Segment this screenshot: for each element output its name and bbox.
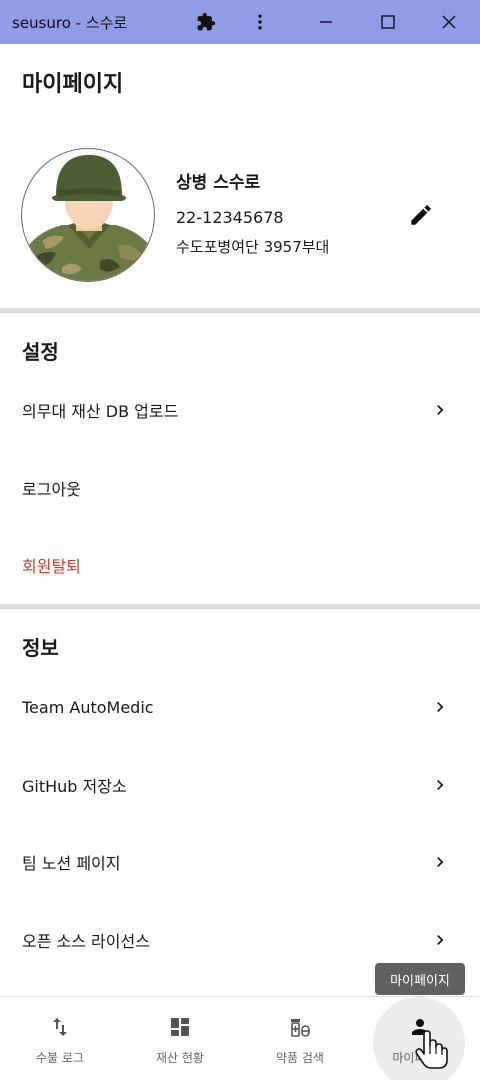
info-item-notion[interactable]: 팀 노션 페이지 [0, 832, 480, 892]
nav-item-property[interactable]: 재산 현황 [120, 997, 240, 1080]
section-divider [0, 308, 480, 313]
swap-vert-icon [53, 1018, 67, 1036]
profile-unit: 수도포병여단 3957부대 [176, 238, 330, 256]
nav-item-drug-search[interactable]: 약품 검색 [240, 997, 360, 1080]
edit-profile-button[interactable] [400, 194, 442, 236]
info-item-team[interactable]: Team AutoMedic [0, 677, 480, 737]
minimize-icon[interactable] [304, 0, 348, 44]
settings-item-label: 회원탈퇴 [22, 557, 81, 576]
dashboard-icon [171, 1018, 189, 1036]
bottom-navigation: 수불 로그 재산 현황 약품 검색 마이페이지 [0, 996, 480, 1080]
chevron-right-icon [437, 780, 444, 790]
chevron-right-icon [437, 405, 444, 415]
section-divider [0, 604, 480, 609]
nav-label: 수불 로그 [36, 1051, 84, 1065]
nav-label: 약품 검색 [276, 1051, 324, 1065]
chevron-right-icon [437, 702, 444, 712]
info-item-label: GitHub 저장소 [22, 777, 127, 796]
medication-icon [291, 1019, 310, 1037]
settings-item-label: 로그아웃 [22, 480, 81, 499]
profile-card: 상병 스수로 22-12345678 수도포병여단 3957부대 [0, 144, 480, 304]
info-item-label: 팀 노션 페이지 [22, 854, 121, 873]
settings-item-logout[interactable]: 로그아웃 [0, 458, 480, 518]
maximize-icon[interactable] [366, 0, 410, 44]
info-item-licenses[interactable]: 오픈 소스 라이선스 [0, 910, 480, 970]
settings-section-title: 설정 [22, 340, 59, 364]
profile-serial: 22-12345678 [176, 208, 284, 227]
settings-item-withdraw[interactable]: 회원탈퇴 [0, 535, 480, 595]
extensions-icon[interactable] [184, 0, 228, 44]
chevron-right-icon [437, 857, 444, 867]
settings-item-db-upload[interactable]: 의무대 재산 DB 업로드 [0, 380, 480, 440]
avatar [21, 148, 155, 282]
page-title: 마이페이지 [22, 72, 124, 97]
nav-label: 재산 현황 [156, 1051, 204, 1065]
chevron-right-icon [437, 935, 444, 945]
info-item-github[interactable]: GitHub 저장소 [0, 755, 480, 815]
info-item-label: 오픈 소스 라이선스 [22, 932, 150, 951]
more-vert-icon[interactable] [238, 0, 282, 44]
hand-cursor-icon [415, 1030, 448, 1069]
nav-tooltip: 마이페이지 [375, 963, 465, 995]
edit-icon [411, 205, 431, 225]
info-item-label: Team AutoMedic [22, 697, 154, 717]
info-section-title: 정보 [22, 636, 59, 660]
settings-item-label: 의무대 재산 DB 업로드 [22, 402, 179, 421]
nav-item-transactions[interactable]: 수불 로그 [0, 997, 120, 1080]
close-icon[interactable] [427, 0, 471, 44]
window-title: seusuro - 스수로 [12, 13, 128, 32]
profile-rank-name: 상병 스수로 [176, 173, 261, 193]
